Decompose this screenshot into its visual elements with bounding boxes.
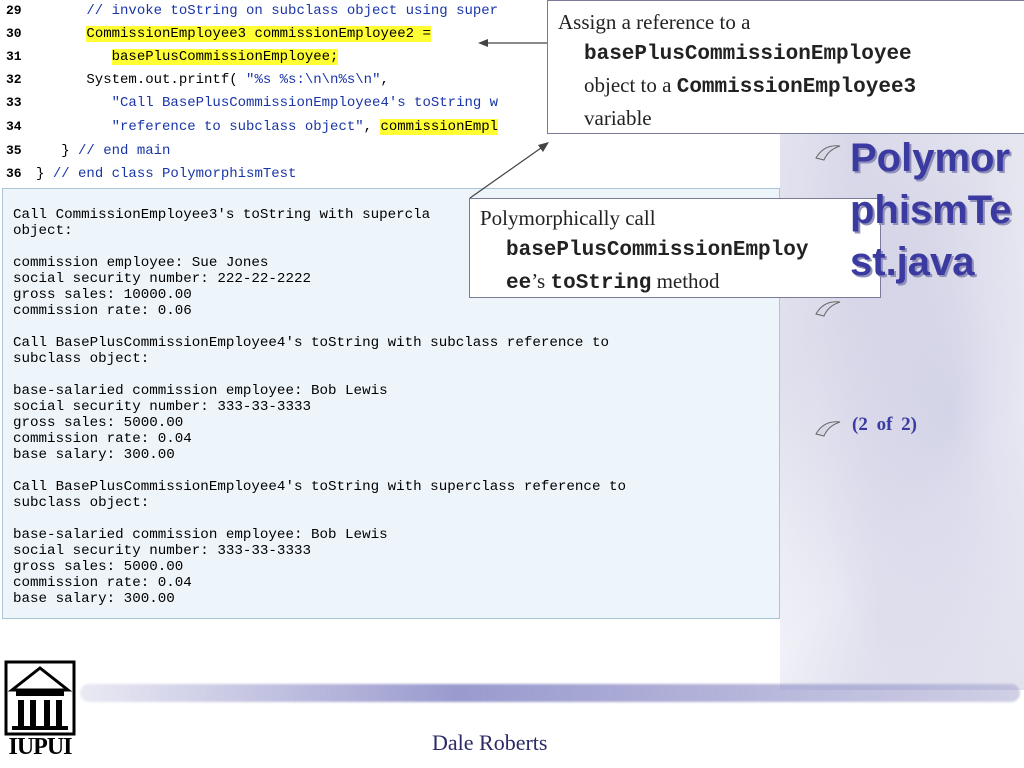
- bullet-swirl-icon: [815, 301, 841, 317]
- university-building-icon: [4, 660, 76, 736]
- bullet-swirl-icon: [815, 421, 841, 437]
- arrow-head-2: [538, 142, 549, 152]
- page-indicator: (2 of 2): [852, 414, 917, 435]
- footer-swoosh: [80, 684, 1020, 702]
- callout1-code-1: basePlusCommissionEmployee: [584, 43, 912, 66]
- callout2-text-1: Polymorphically call: [480, 206, 656, 230]
- arrow-head-1: [478, 39, 488, 47]
- callout2-code-2: ee: [506, 272, 532, 295]
- callout1-text-1: Assign a reference to a: [558, 10, 751, 34]
- callout-polymorphic-call: Polymorphically call basePlusCommissionE…: [469, 198, 881, 298]
- callout2-code-1: basePlusCommissionEmploy: [506, 239, 809, 262]
- sidebar-title: PolymorphismTest.java: [850, 136, 1012, 284]
- arrow-line-2: [469, 147, 542, 199]
- callout1-text-2: object to a: [584, 73, 677, 97]
- footer-author: Dale Roberts: [432, 730, 548, 755]
- callout2-code-3: toString: [550, 272, 652, 295]
- callout-assign-reference: Assign a reference to a basePlusCommissi…: [547, 0, 1024, 134]
- callout1-code-2: CommissionEmployee3: [676, 76, 917, 99]
- callout1-text-3: variable: [584, 106, 652, 130]
- callout2-text-2: ’s: [531, 269, 551, 293]
- logo-text: IUPUI: [8, 734, 72, 760]
- callout2-text-3: method: [651, 269, 720, 293]
- bullet-swirl-icon: [815, 145, 841, 161]
